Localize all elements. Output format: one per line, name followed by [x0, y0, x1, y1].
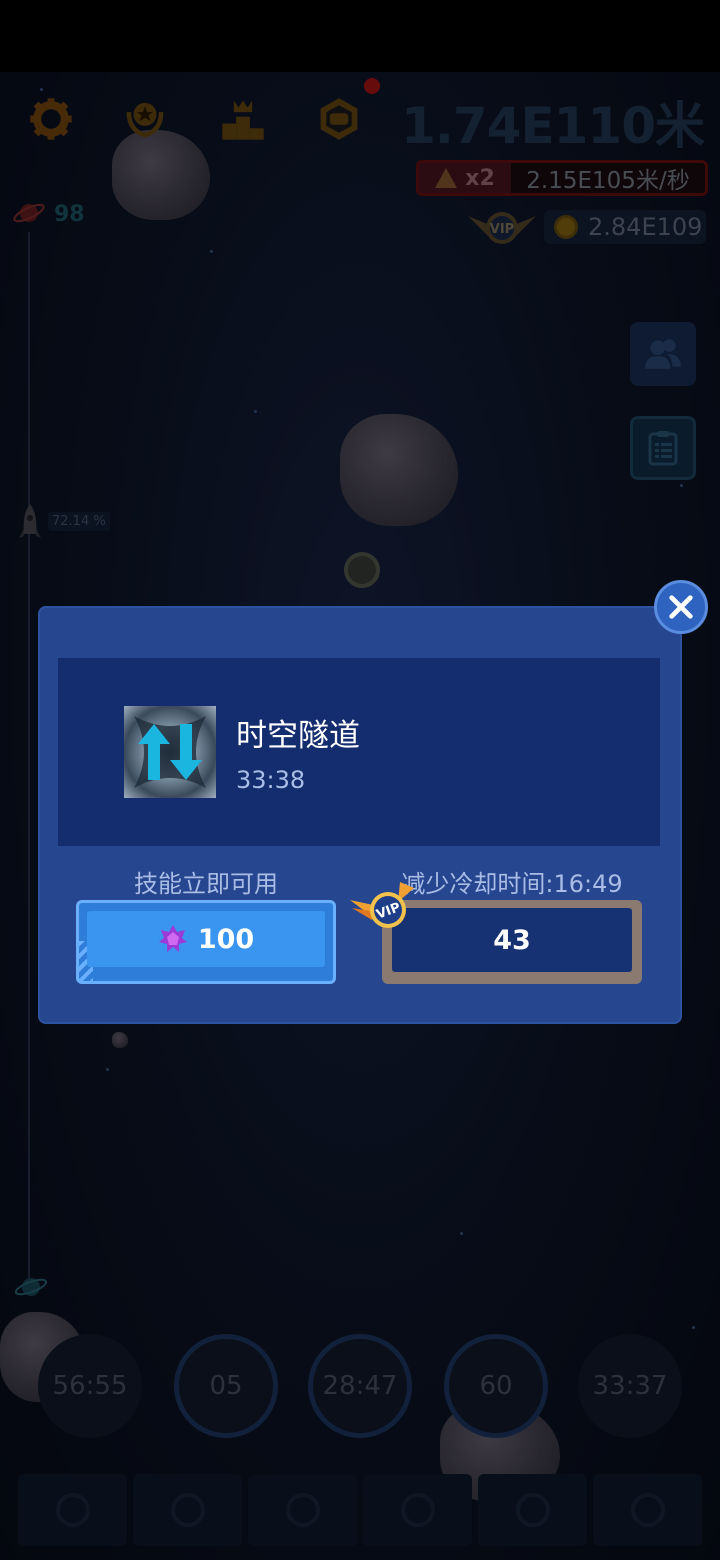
achievements-button[interactable] [120, 94, 170, 144]
tasks-button[interactable] [630, 416, 696, 480]
skill-cooldown: 33:38 [236, 766, 306, 794]
planet-icon [14, 1278, 48, 1296]
skill-name: 时空隧道 [236, 718, 360, 754]
progress-track [28, 232, 30, 1282]
vip-badge[interactable]: VIP [466, 206, 538, 248]
speed-display[interactable]: x2 2.15E105米/秒 [416, 160, 708, 196]
star [692, 1326, 695, 1329]
asteroid [112, 1032, 128, 1048]
vip-badge-text: VIP [490, 222, 514, 237]
reduce-cooldown-cost: 43 [493, 924, 531, 956]
ranking-button[interactable] [218, 94, 268, 144]
asteroid [340, 414, 458, 526]
coin-balance: 2.84E109 [544, 210, 706, 244]
close-icon [669, 595, 693, 619]
skill-timer-4[interactable]: 60 [444, 1334, 548, 1438]
skill-info-panel: 时空隧道 33:38 [58, 658, 660, 846]
instant-label: 技能立即可用 [134, 870, 278, 898]
progress-percent: 72.14 % [48, 512, 110, 531]
floating-coin[interactable] [344, 552, 380, 588]
planet-icon [13, 203, 45, 223]
gear-icon [30, 98, 72, 140]
boost-arrow-icon [435, 168, 458, 188]
star [210, 250, 213, 253]
speed-rate: 2.15E105米/秒 [526, 168, 690, 194]
star [106, 1068, 109, 1071]
speed-multiplier-label: x2 [465, 165, 495, 191]
skill-timer-2[interactable]: 05 [174, 1334, 278, 1438]
clipboard-icon [648, 431, 678, 466]
chat-hexagon-icon [320, 98, 358, 140]
rocket-marker-icon [19, 504, 41, 538]
engine-icon [170, 1493, 205, 1527]
skill-timer-5[interactable]: 33:37 [578, 1334, 682, 1438]
planet-count: 98 [54, 202, 85, 227]
chat-button[interactable] [314, 94, 364, 144]
settings-button[interactable] [26, 94, 76, 144]
close-button[interactable] [654, 580, 708, 634]
star [680, 484, 683, 487]
star [254, 410, 257, 413]
reduce-cooldown-content: 43 [392, 908, 632, 972]
bottom-nav [18, 1474, 702, 1546]
skill-timer-1[interactable]: 56:55 [38, 1334, 142, 1438]
skill-dialog: 时空隧道 33:38 技能立即可用 减少冷却时间:16:49 100 43 VI… [38, 606, 682, 1024]
star [460, 1232, 463, 1235]
vip-wing-icon: VIP [350, 882, 414, 928]
nav-skills[interactable] [593, 1474, 702, 1546]
rocket-icon [55, 1493, 90, 1527]
nav-map[interactable] [478, 1474, 587, 1546]
nav-engine[interactable] [133, 1474, 242, 1546]
gem-icon [630, 1493, 665, 1527]
speed-multiplier: x2 [419, 163, 511, 193]
podium-icon [222, 100, 264, 140]
skill-icon [124, 706, 216, 798]
atom-icon [400, 1493, 435, 1527]
instant-use-cost: 100 [197, 923, 255, 955]
nav-tools[interactable] [248, 1474, 357, 1546]
wrench-icon [285, 1493, 320, 1527]
notification-dot [364, 78, 380, 94]
star [40, 88, 43, 91]
coin-icon [554, 215, 578, 239]
location-icon [515, 1493, 550, 1527]
laurel-icon [126, 102, 164, 138]
status-bar [0, 0, 720, 72]
purple-gem-icon [158, 925, 187, 952]
instant-use-content: 100 [87, 911, 325, 967]
friends-button[interactable] [630, 322, 696, 386]
skill-timer-3[interactable]: 28:47 [308, 1334, 412, 1438]
friends-icon [645, 339, 681, 369]
coin-amount: 2.84E109 [588, 213, 703, 241]
nav-rocket[interactable] [18, 1474, 127, 1546]
distance-counter: 1.74E110米 [401, 97, 705, 155]
nav-science[interactable] [363, 1474, 472, 1546]
instant-use-button[interactable]: 100 [76, 900, 336, 984]
swap-arrows-icon [134, 716, 206, 788]
